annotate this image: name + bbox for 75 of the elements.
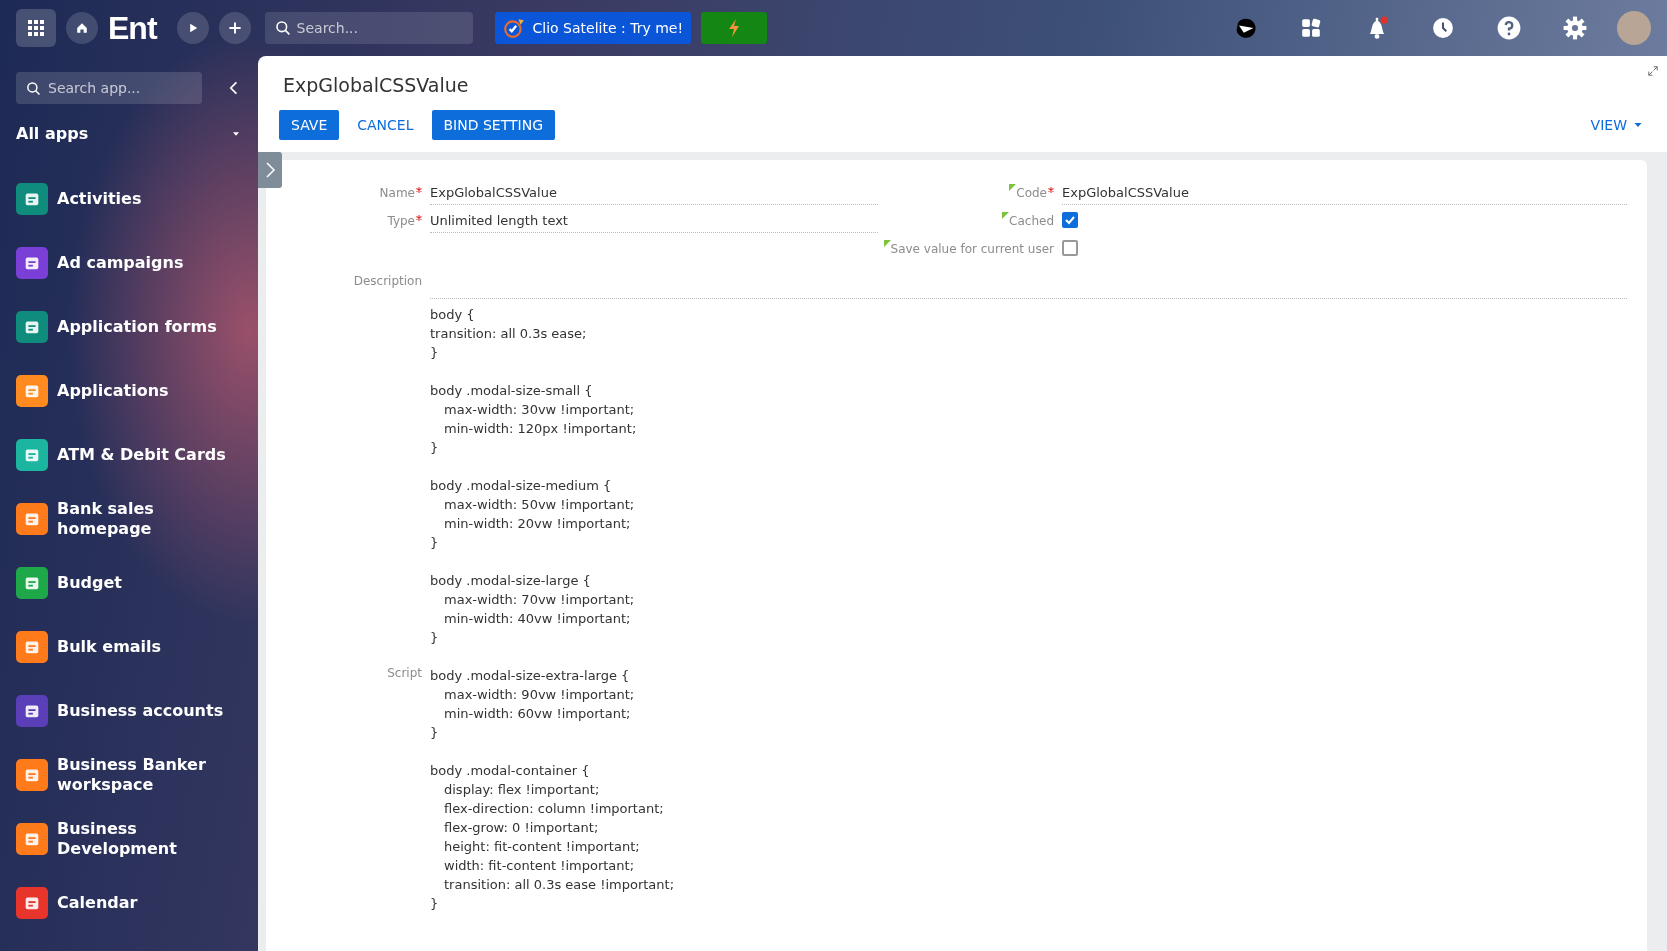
code-line: body .modal-container { — [430, 762, 591, 780]
code-line: max-width: 30vw !important; — [443, 401, 636, 419]
code-line: max-width: 50vw !important; — [443, 496, 636, 514]
run-button[interactable] — [176, 12, 209, 44]
code-line: display: flex !important; — [443, 781, 601, 799]
chevron-right-icon — [264, 161, 276, 179]
sidebar-item[interactable]: Bulk emails — [57, 637, 162, 657]
home-button[interactable] — [66, 12, 98, 44]
search-icon — [274, 20, 291, 36]
logo: Ent — [108, 9, 157, 47]
compass-icon — [502, 17, 525, 39]
sidebar-item[interactable]: Business Banker workspace — [57, 755, 242, 795]
sidebar-item[interactable]: Application forms — [57, 317, 217, 337]
code-line: } — [430, 534, 440, 552]
field-label: Code — [1016, 186, 1047, 200]
text-field[interactable]: Unlimited length text — [430, 208, 878, 233]
plus-icon — [226, 20, 243, 36]
page-title: ExpGlobalCSSValue — [283, 74, 469, 96]
text-field[interactable]: ExpGlobalCSSValue — [1062, 180, 1627, 205]
sidebar-item[interactable]: Calendar — [57, 893, 138, 913]
code-line: } — [430, 629, 440, 647]
code-line: body { — [430, 306, 476, 324]
code-line: max-width: 70vw !important; — [443, 591, 636, 609]
code-line: body .modal-size-small { — [430, 382, 594, 400]
code-line: flex-grow: 0 !important; — [443, 819, 600, 837]
search-icon — [26, 80, 41, 96]
checkbox[interactable] — [1062, 212, 1078, 228]
code-line: min-width: 20vw !important; — [443, 515, 632, 533]
app-group-label[interactable]: All apps — [16, 124, 89, 143]
cancel-button[interactable]: CANCEL — [347, 110, 424, 140]
sidebar-item[interactable]: ATM & Debit Cards — [57, 445, 226, 465]
code-line: transition: all 0.3s ease; — [430, 325, 588, 343]
clock-icon — [1432, 17, 1454, 39]
tiles-icon — [1300, 17, 1322, 39]
field-label: Script — [387, 666, 422, 680]
sidebar-item[interactable]: Applications — [57, 381, 169, 401]
code-line: } — [430, 724, 440, 742]
help-icon — [1497, 16, 1521, 40]
add-button[interactable] — [218, 12, 251, 44]
sidebar-item[interactable]: Ad campaigns — [57, 253, 184, 273]
action-button[interactable]: BIND SETTING — [431, 110, 555, 140]
sidebar-item[interactable]: Budget — [57, 573, 122, 593]
field-label: Save value for current user — [890, 242, 1054, 256]
code-line: min-width: 120px !important; — [443, 420, 638, 438]
view-button[interactable]: VIEW — [1590, 117, 1643, 133]
sidebar-item[interactable]: Business Development — [57, 819, 242, 859]
action-button[interactable]: SAVE — [279, 110, 340, 140]
code-line: } — [430, 895, 440, 913]
code-line: } — [430, 439, 440, 457]
field-label: Type — [387, 214, 415, 228]
code-line: body .modal-size-large { — [430, 572, 592, 590]
code-line: width: fit-content !important; — [443, 857, 636, 875]
field-label: Cached — [1009, 214, 1054, 228]
sidebar-item[interactable]: Bank sales homepage — [57, 499, 242, 539]
field-label: Description — [352, 273, 423, 290]
settings-icon — [1563, 16, 1587, 40]
field-label: Name — [379, 186, 415, 200]
sidebar-item[interactable]: Business accounts — [57, 701, 224, 721]
code-line: height: fit-content !important; — [443, 838, 641, 856]
panel-toggle-button[interactable] — [258, 152, 282, 188]
code-line: min-width: 60vw !important; — [443, 705, 632, 723]
code-line: max-width: 90vw !important; — [443, 686, 636, 704]
app-grid-button[interactable] — [16, 9, 56, 47]
code-line: transition: all 0.3s ease !important; — [443, 876, 676, 894]
code-line: body .modal-size-medium { — [430, 477, 613, 495]
sidebar-item[interactable]: Activities — [57, 189, 142, 209]
expand-icon — [1647, 65, 1659, 77]
text-field[interactable]: ExpGlobalCSSValue — [430, 180, 878, 205]
code-line: } — [430, 344, 440, 362]
code-line: flex-direction: column !important; — [443, 800, 665, 818]
code-line: body .modal-size-extra-large { — [430, 667, 631, 685]
promo-button[interactable]: Clio Satelite : Try me! — [494, 12, 692, 44]
grid-icon — [26, 18, 46, 38]
code-line: min-width: 40vw !important; — [443, 610, 632, 628]
checkbox[interactable] — [1062, 240, 1078, 256]
